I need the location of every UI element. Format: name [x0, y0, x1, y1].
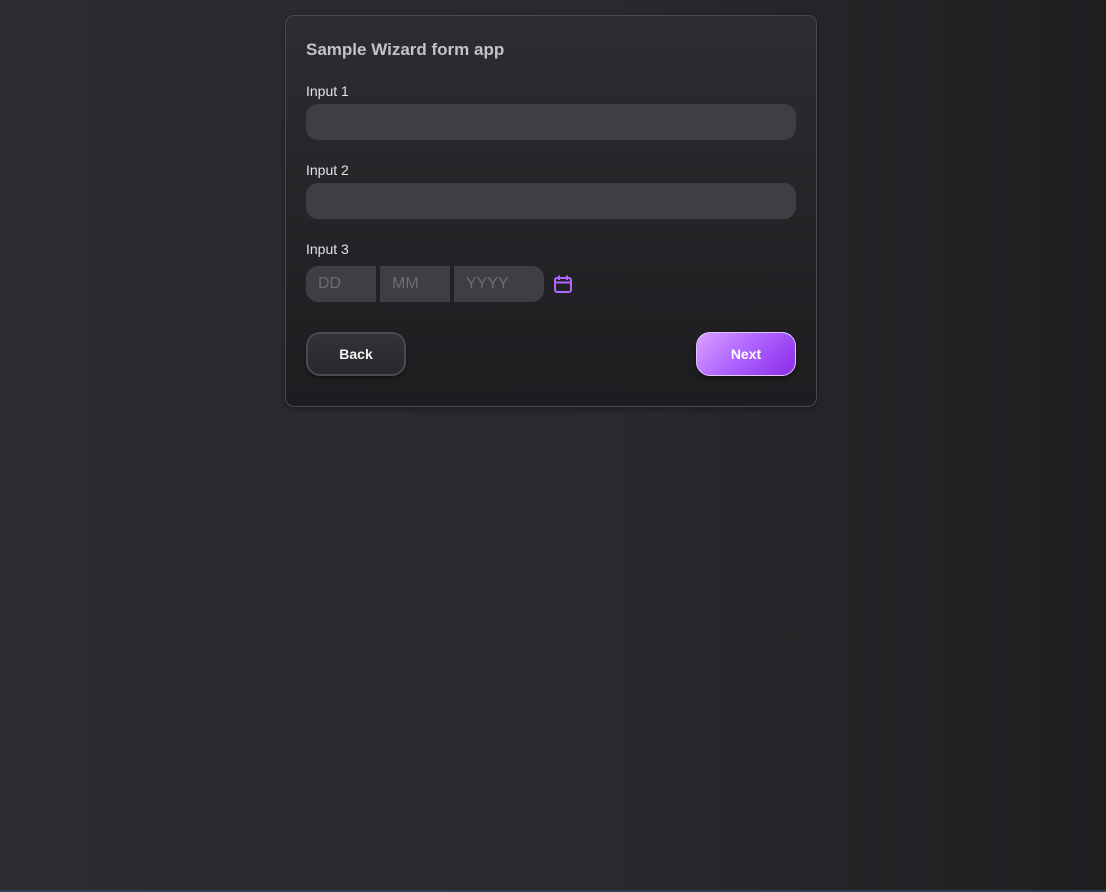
- date-input-group: [306, 266, 574, 302]
- input-2-field[interactable]: [306, 183, 796, 219]
- input-3-label: Input 3: [306, 241, 349, 257]
- input-1-label: Input 1: [306, 83, 349, 99]
- back-button[interactable]: Back: [306, 332, 406, 376]
- next-button[interactable]: Next: [696, 332, 796, 376]
- wizard-card: Sample Wizard form app Input 1 Input 2 I…: [285, 15, 817, 407]
- page-title: Sample Wizard form app: [306, 40, 505, 59]
- month-field[interactable]: [380, 266, 450, 302]
- calendar-icon[interactable]: [552, 273, 574, 295]
- year-field[interactable]: [454, 266, 544, 302]
- input-1-field[interactable]: [306, 104, 796, 140]
- day-field[interactable]: [306, 266, 376, 302]
- input-2-label: Input 2: [306, 162, 349, 178]
